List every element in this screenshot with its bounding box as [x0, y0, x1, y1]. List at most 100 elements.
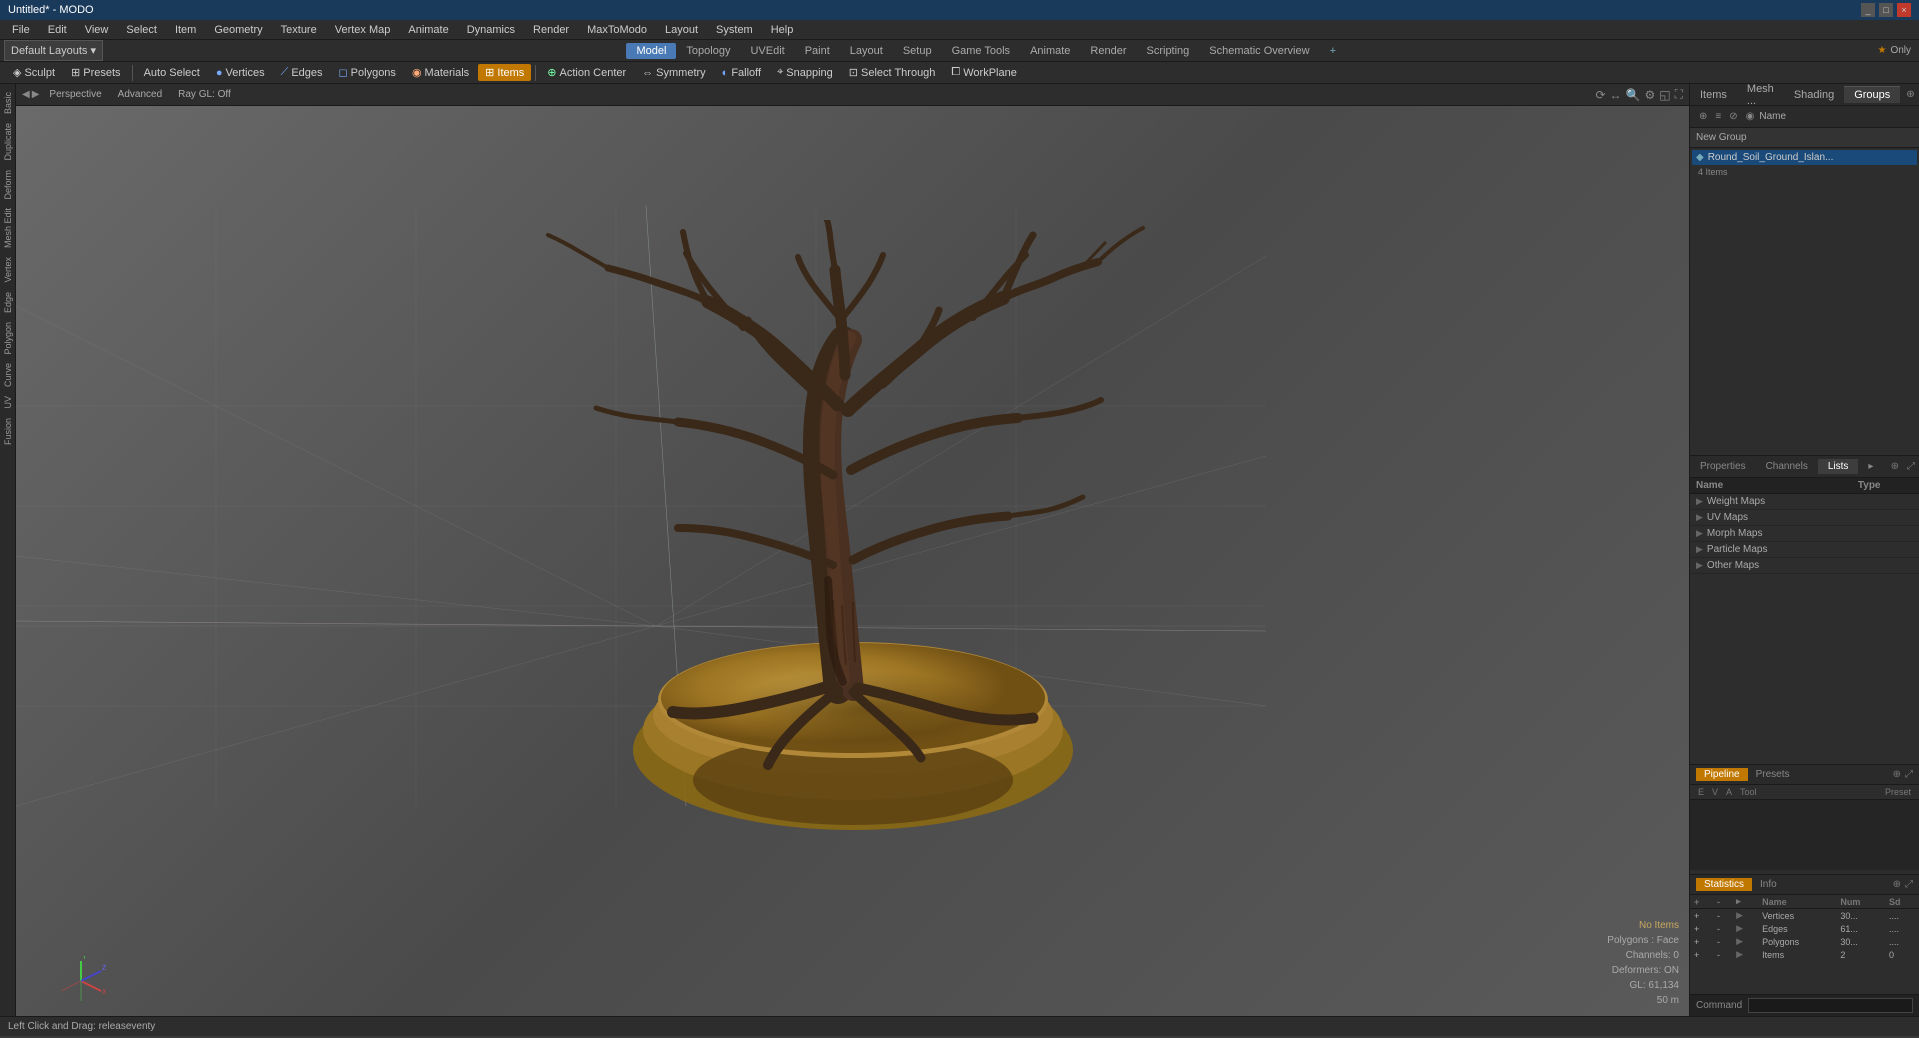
props-tab-properties[interactable]: Properties: [1690, 459, 1756, 474]
menu-select[interactable]: Select: [118, 22, 165, 38]
sidebar-mesh-edit[interactable]: Mesh Edit: [1, 204, 15, 252]
menu-geometry[interactable]: Geometry: [206, 22, 270, 38]
sidebar-vertex[interactable]: Vertex: [1, 253, 15, 287]
vp-icon-expand[interactable]: ⛶: [1675, 87, 1683, 102]
pipeline-resize-icon[interactable]: ⤢: [1905, 769, 1913, 780]
menu-texture[interactable]: Texture: [273, 22, 325, 38]
list-item-particle[interactable]: ▶Particle Maps: [1690, 542, 1919, 558]
items-btn[interactable]: ⊞ Items: [478, 64, 531, 81]
rp-tab-items[interactable]: Items: [1690, 87, 1737, 103]
props-resize-icon[interactable]: ⤢: [1903, 461, 1919, 472]
vp-icon-frame[interactable]: ◱: [1659, 88, 1670, 102]
stats-expand-icon[interactable]: ⊕: [1893, 879, 1901, 890]
sidebar-polygon[interactable]: Polygon: [1, 318, 15, 359]
tab-schematic[interactable]: Schematic Overview: [1199, 43, 1319, 59]
stats-tab-statistics[interactable]: Statistics: [1696, 878, 1752, 891]
tab-scripting[interactable]: Scripting: [1137, 43, 1200, 59]
nav-gizmo[interactable]: X Y Z: [56, 956, 106, 1006]
tab-add[interactable]: +: [1320, 43, 1346, 59]
tab-model[interactable]: Model: [626, 43, 676, 59]
list-item-morph[interactable]: ▶Morph Maps: [1690, 526, 1919, 542]
pipeline-tab-pipeline[interactable]: Pipeline: [1696, 768, 1748, 781]
menu-item[interactable]: Item: [167, 22, 204, 38]
vp-nav-prev[interactable]: ◀: [22, 89, 30, 100]
sidebar-deform[interactable]: Deform: [1, 166, 15, 204]
menu-dynamics[interactable]: Dynamics: [459, 22, 523, 38]
vp-icon-zoom[interactable]: 🔍: [1626, 88, 1641, 102]
list-item-other[interactable]: ▶Other Maps: [1690, 558, 1919, 574]
sidebar-fusion[interactable]: Fusion: [1, 414, 15, 449]
tab-animate[interactable]: Animate: [1020, 43, 1080, 59]
vp-icon-settings[interactable]: ⚙: [1644, 88, 1655, 102]
vp-raygl[interactable]: Ray GL: Off: [172, 88, 237, 101]
menu-render[interactable]: Render: [525, 22, 577, 38]
tab-paint[interactable]: Paint: [795, 43, 840, 59]
pipeline-tab-presets[interactable]: Presets: [1748, 768, 1798, 781]
snapping-btn[interactable]: ⌖ Snapping: [770, 64, 840, 81]
sidebar-curve[interactable]: Curve: [1, 359, 15, 391]
viewport[interactable]: ◀ ▶ Perspective Advanced Ray GL: Off ⟳ ↔…: [16, 84, 1689, 1016]
vp-icon-pan[interactable]: ↔: [1610, 88, 1622, 102]
vp-perspective[interactable]: Perspective: [43, 88, 107, 101]
menu-vertex-map[interactable]: Vertex Map: [327, 22, 399, 38]
tab-setup[interactable]: Setup: [893, 43, 942, 59]
menu-file[interactable]: File: [4, 22, 38, 38]
edges-btn[interactable]: ⟋ Edges: [274, 64, 330, 81]
list-item-uv[interactable]: ▶UV Maps: [1690, 510, 1919, 526]
workplane-btn[interactable]: ⧠ WorkPlane: [944, 64, 1023, 81]
rp-tab-shading[interactable]: Shading: [1784, 87, 1844, 103]
tab-topology[interactable]: Topology: [676, 43, 740, 59]
materials-btn[interactable]: ◉ Materials: [405, 64, 476, 81]
action-center-btn[interactable]: ⊕ Action Center: [540, 64, 633, 81]
items-view-btn[interactable]: ◉: [1743, 110, 1758, 123]
expand-arrow-other[interactable]: ▶: [1696, 560, 1703, 570]
sidebar-basic[interactable]: Basic: [1, 88, 15, 118]
expand-arrow-particle[interactable]: ▶: [1696, 544, 1703, 554]
stats-resize-icon[interactable]: ⤢: [1905, 879, 1913, 890]
props-tab-lists[interactable]: Lists: [1818, 459, 1859, 474]
menu-view[interactable]: View: [77, 22, 117, 38]
sidebar-duplicate[interactable]: Duplicate: [1, 119, 15, 165]
list-item-weight[interactable]: ▶Weight Maps: [1690, 494, 1919, 510]
polygons-btn[interactable]: ◻ Polygons: [332, 64, 403, 81]
minimize-btn[interactable]: _: [1861, 3, 1875, 17]
menu-layout[interactable]: Layout: [657, 22, 706, 38]
props-expand-icon[interactable]: ⊕: [1887, 461, 1903, 472]
viewport-canvas[interactable]: No Items Polygons : Face Channels: 0 Def…: [16, 106, 1689, 1016]
layout-dropdown[interactable]: Default Layouts ▾: [4, 40, 103, 61]
rp-expand-icon[interactable]: ⊕: [1904, 87, 1916, 102]
rp-tab-groups[interactable]: Groups: [1844, 86, 1900, 103]
vp-nav-next[interactable]: ▶: [32, 89, 40, 100]
select-through-btn[interactable]: ⊡ Select Through: [842, 64, 943, 81]
maximize-btn[interactable]: □: [1879, 3, 1893, 17]
menu-animate[interactable]: Animate: [400, 22, 456, 38]
pipeline-expand-icon[interactable]: ⊕: [1893, 769, 1901, 780]
expand-arrow-morph[interactable]: ▶: [1696, 528, 1703, 538]
tab-layout[interactable]: Layout: [840, 43, 893, 59]
vp-icon-rotate[interactable]: ⟳: [1595, 88, 1605, 102]
props-tab-more[interactable]: ▸: [1858, 459, 1883, 474]
close-btn[interactable]: ×: [1897, 3, 1911, 17]
menu-help[interactable]: Help: [763, 22, 802, 38]
items-add-btn[interactable]: ⊕: [1696, 110, 1710, 123]
falloff-btn[interactable]: ◐ Falloff: [715, 65, 768, 81]
items-menu-btn[interactable]: ≡: [1712, 110, 1724, 123]
props-tab-channels[interactable]: Channels: [1756, 459, 1818, 474]
tab-uvedit[interactable]: UVEdit: [740, 43, 794, 59]
items-filter-btn[interactable]: ⊘: [1726, 110, 1740, 123]
auto-select-btn[interactable]: Auto Select: [137, 65, 207, 81]
symmetry-btn[interactable]: ⇔ Symmetry: [635, 65, 713, 81]
rp-tab-mesh[interactable]: Mesh ...: [1737, 81, 1784, 109]
command-input[interactable]: [1748, 998, 1913, 1013]
window-controls[interactable]: _ □ ×: [1861, 3, 1911, 17]
expand-arrow-uv[interactable]: ▶: [1696, 512, 1703, 522]
menu-maxtomodo[interactable]: MaxToModo: [579, 22, 655, 38]
vp-advanced[interactable]: Advanced: [112, 88, 168, 101]
menu-edit[interactable]: Edit: [40, 22, 75, 38]
presets-btn[interactable]: ⊞ Presets: [64, 64, 128, 81]
menu-system[interactable]: System: [708, 22, 761, 38]
item-row-selected[interactable]: ◆ Round_Soil_Ground_Islan...: [1692, 150, 1917, 165]
expand-arrow-weight[interactable]: ▶: [1696, 496, 1703, 506]
tab-render[interactable]: Render: [1080, 43, 1136, 59]
vertices-btn[interactable]: ● Vertices: [209, 65, 272, 81]
